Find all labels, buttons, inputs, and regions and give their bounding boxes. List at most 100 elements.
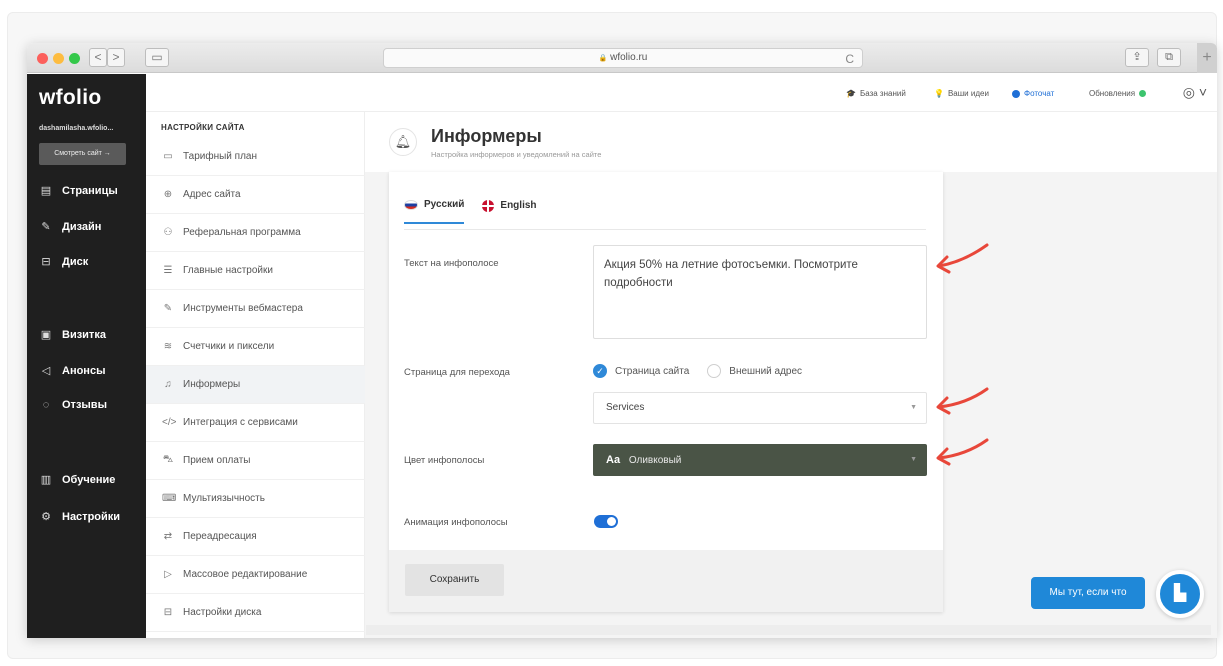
settings-menu: НАСТРОЙКИ САЙТА ▭ Тарифный план ⊕ Адрес са…	[146, 112, 365, 638]
sidebar-item-label: Обучение	[62, 473, 116, 486]
chat-prompt-button[interactable]: Мы тут, если что	[1031, 577, 1145, 609]
target-page-select[interactable]: Services ▼	[593, 392, 927, 424]
address-bar[interactable]: 🔒 wfolio.ru C	[383, 48, 863, 68]
arrows-icon: ⇄	[163, 531, 173, 542]
menu-item-payments[interactable]: ⛍ Прием оплаты	[146, 442, 365, 480]
menu-item-label: Интеграция с сервисами	[183, 417, 298, 428]
menu-item-redirects[interactable]: ⇄ Переадресация	[146, 518, 365, 556]
menu-item-disk-settings[interactable]: ⊟ Настройки диска	[146, 594, 365, 632]
gear-icon: ⚙	[41, 511, 51, 523]
menu-item-tariff[interactable]: ▭ Тарифный план	[146, 138, 365, 176]
sidebar-item-announcements[interactable]: ◁ Анонсы	[39, 364, 106, 378]
reload-icon[interactable]: C	[845, 50, 854, 68]
browser-window: < > ▭ 🔒 wfolio.ru C ⇪ ⧉ + wfolio dashami…	[27, 43, 1217, 638]
infobar-text-label: Текст на инфополосе	[404, 258, 499, 269]
bell-icon: 🔔︎	[389, 128, 417, 156]
chat-icon[interactable]: ▙	[1156, 570, 1204, 618]
horizontal-scrollbar[interactable]	[366, 625, 1211, 635]
brush-icon: ✎	[41, 221, 51, 233]
sidebar-item-learning[interactable]: ▥ Обучение	[39, 473, 116, 487]
sidebar-item-label: Диск	[62, 255, 89, 268]
menu-item-webmaster[interactable]: ✎ Инструменты вебмастера	[146, 290, 365, 328]
new-tab-button[interactable]: +	[1197, 43, 1217, 73]
menu-item-label: Счетчики и пиксели	[183, 341, 275, 352]
menu-item-label: Главные настройки	[183, 265, 273, 276]
page-subtitle: Настройка информеров и уведомлений на са…	[431, 150, 602, 159]
annotation-arrow-icon	[936, 243, 989, 274]
sidebar-item-label: Дизайн	[62, 220, 102, 233]
bell-icon: ♫	[164, 379, 172, 390]
language-icon: ⌨	[162, 493, 177, 504]
sidebar-item-label: Анонсы	[62, 364, 106, 377]
sidebar-item-disk[interactable]: ⊟ Диск	[39, 255, 89, 269]
tab-label: English	[500, 200, 537, 211]
russia-flag-icon	[404, 199, 418, 210]
menu-item-referral[interactable]: ⚇ Реферальная программа	[146, 214, 365, 252]
logo[interactable]: wfolio	[39, 86, 101, 110]
ideas-label: Ваши идеи	[947, 89, 989, 98]
color-select[interactable]: Aa Оливковый ▼	[593, 444, 927, 476]
tabs-divider	[404, 229, 926, 230]
radio-site-page[interactable]: ✓	[593, 364, 607, 378]
sidebar-toggle-icon[interactable]: ▭	[145, 48, 169, 67]
share-icon[interactable]: ⇪	[1125, 48, 1149, 67]
menu-item-label: Информеры	[183, 379, 241, 390]
sidebar-item-reviews[interactable]: ◌ Отзывы	[39, 399, 107, 411]
animation-toggle[interactable]	[594, 515, 618, 528]
tab-russian[interactable]: Русский	[404, 199, 465, 224]
color-value: Оливковый	[628, 455, 682, 466]
back-button[interactable]: <	[89, 48, 107, 67]
knowledge-base-link[interactable]: 🎓 База знаний	[846, 89, 906, 98]
save-button[interactable]: Сохранить	[405, 564, 504, 596]
radio-site-page-label: Страница сайта	[615, 365, 690, 377]
informer-form-card: Русский English Текст на инфополосе Акци…	[389, 172, 943, 612]
radio-external-label: Внешний адрес	[729, 365, 803, 377]
sidebar-item-settings[interactable]: ⚙ Настройки	[39, 510, 120, 524]
menu-item-counters[interactable]: ≋ Счетчики и пиксели	[146, 328, 365, 366]
lock-icon: 🔒	[598, 55, 608, 62]
globe-icon: ⊕	[163, 189, 173, 200]
graduation-cap-icon: 🎓	[846, 89, 856, 98]
browser-toolbar: < > ▭ 🔒 wfolio.ru C ⇪ ⧉ +	[27, 43, 1217, 73]
close-window-button[interactable]	[37, 53, 48, 64]
sidebar-item-design[interactable]: ✎ Дизайн	[39, 220, 102, 234]
minimize-window-button[interactable]	[53, 53, 64, 64]
animation-label: Анимация инфополосы	[404, 517, 508, 528]
updates-label: Обновления	[1089, 89, 1136, 98]
cursor-icon: ▷	[164, 569, 172, 580]
color-label: Цвет инфополосы	[404, 455, 485, 466]
ideas-link[interactable]: 💡 Ваши идеи	[934, 89, 989, 98]
photochat-link[interactable]: Фоточат	[1012, 89, 1054, 98]
menu-item-main-settings[interactable]: ☰ Главные настройки	[146, 252, 365, 290]
language-tabs: Русский English	[404, 199, 537, 224]
menu-item-informers[interactable]: ♫ Информеры	[146, 366, 365, 404]
infobar-text-input[interactable]: Акция 50% на летние фотосъемки. Посмотри…	[593, 245, 927, 339]
menu-item-label: Инструменты вебмастера	[183, 303, 303, 314]
updates-link[interactable]: Обновления	[1089, 89, 1147, 98]
tab-english[interactable]: English	[482, 199, 537, 224]
radio-external[interactable]	[707, 364, 722, 378]
england-flag-icon	[482, 199, 495, 212]
url-text: wfolio.ru	[610, 52, 648, 63]
sidebar-item-pages[interactable]: ▤ Страницы	[39, 184, 118, 198]
menu-item-label: Настройки диска	[183, 607, 262, 618]
wrench-icon: ✎	[163, 303, 173, 314]
menu-item-integrations[interactable]: </> Интеграция с сервисами	[146, 404, 365, 442]
main-content: 🔔︎ Информеры Настройка информеров и увед…	[365, 112, 1217, 638]
target-page-value: Services	[606, 402, 645, 413]
tabs-icon[interactable]: ⧉	[1157, 48, 1181, 67]
tab-label: Русский	[424, 199, 465, 210]
user-menu-icon[interactable]: ◎ ˅	[1183, 84, 1207, 101]
tariff-icon: ▭	[163, 151, 173, 162]
forward-button[interactable]: >	[107, 48, 125, 67]
sidebar-item-card[interactable]: ▣ Визитка	[39, 328, 106, 342]
top-bar: 🎓 База знаний 💡 Ваши идеи Фоточат Обновл…	[146, 74, 1217, 112]
menu-item-multilanguage[interactable]: ⌨ Мультиязычность	[146, 480, 365, 518]
view-site-button[interactable]: Смотреть сайт →	[39, 143, 126, 165]
maximize-window-button[interactable]	[69, 53, 80, 64]
sidebar-item-label: Отзывы	[62, 399, 107, 411]
menu-item-bulk-edit[interactable]: ▷ Массовое редактирование	[146, 556, 365, 594]
menu-item-address[interactable]: ⊕ Адрес сайта	[146, 176, 365, 214]
photochat-label: Фоточат	[1024, 89, 1055, 98]
disk-icon: ⊟	[41, 256, 51, 268]
